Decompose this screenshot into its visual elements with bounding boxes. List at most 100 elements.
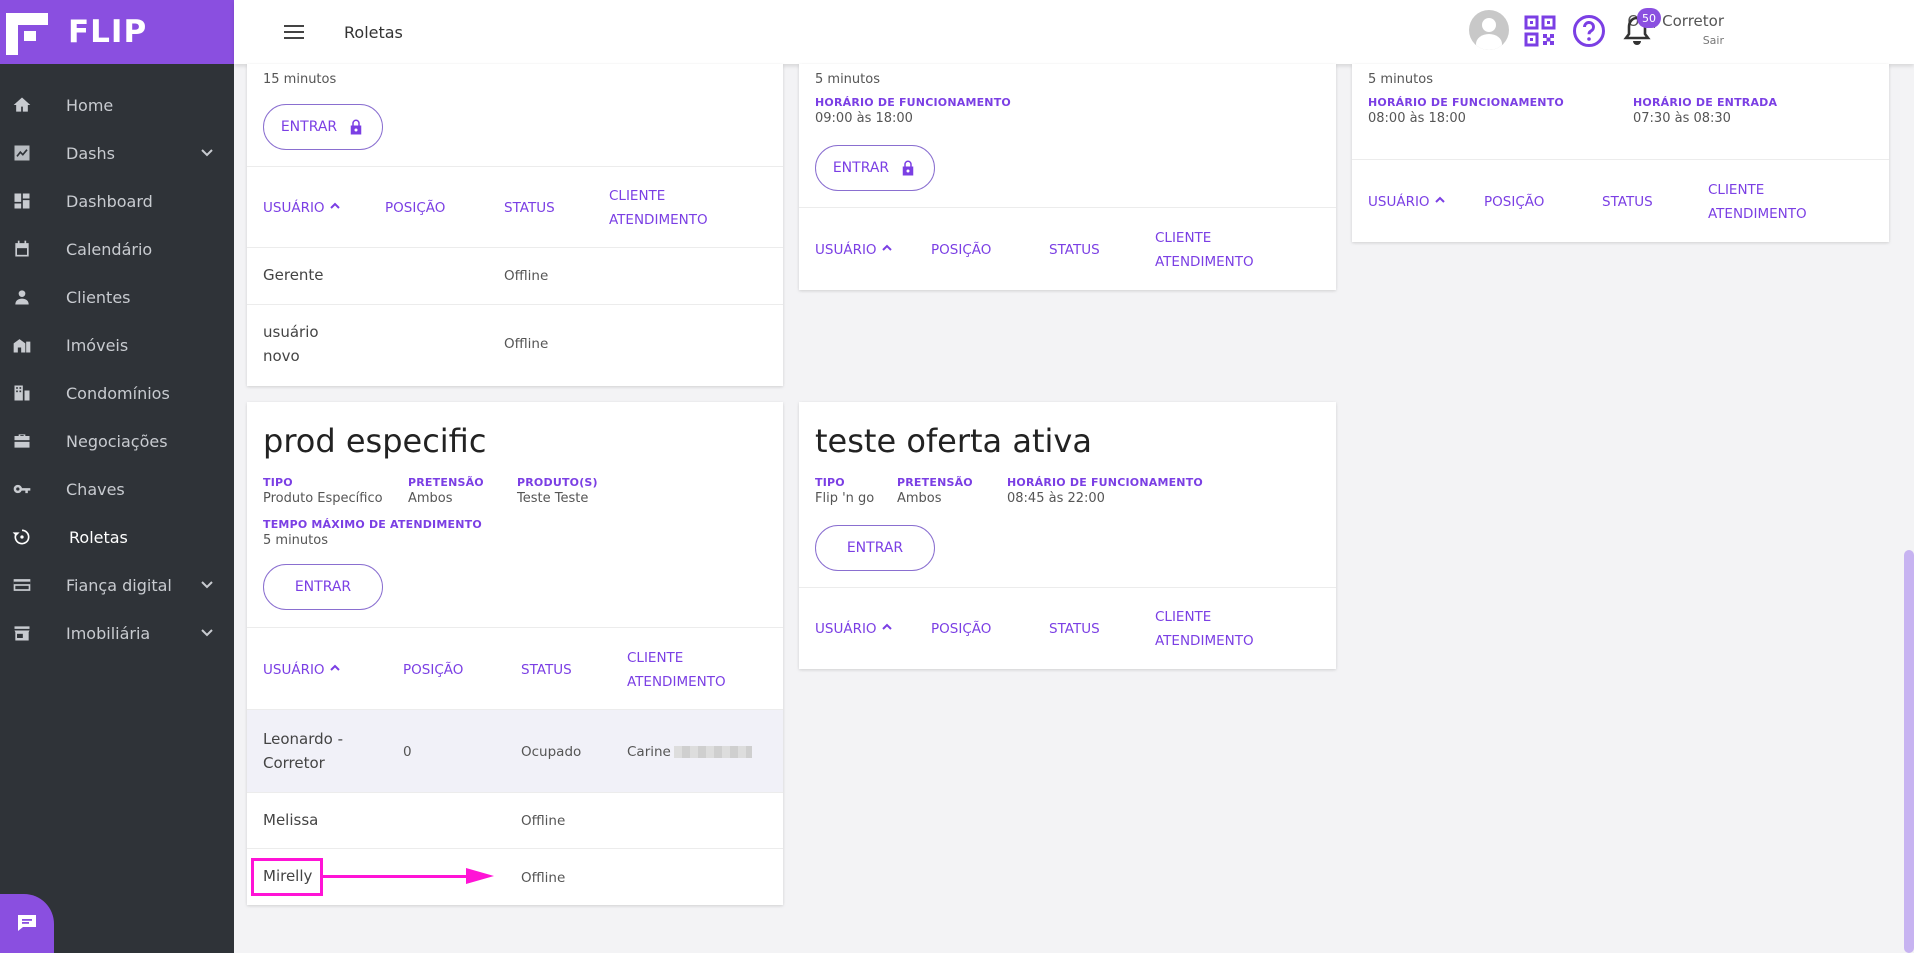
sidebar-item-label: Imobiliária bbox=[66, 623, 151, 643]
enter-button[interactable]: ENTRAR bbox=[263, 104, 383, 150]
client-column-header: CLIENTE ATENDIMENTO bbox=[1155, 230, 1254, 270]
menu-icon[interactable] bbox=[284, 25, 304, 39]
sidebar-item-label: Home bbox=[66, 95, 114, 115]
produtos-field: PRODUTO(S) Teste Teste bbox=[517, 476, 598, 506]
client-column-header: CLIENTE ATENDIMENTO bbox=[1708, 182, 1807, 222]
tipo-field: TIPO Produto Específico bbox=[263, 476, 383, 506]
position-column-header: POSIÇÃO bbox=[1484, 194, 1545, 210]
enter-label: ENTRAR bbox=[280, 119, 338, 135]
lock-icon bbox=[902, 160, 914, 176]
sort-asc-icon bbox=[329, 202, 340, 209]
sidebar-nav: Home Dashs Dashboard Calendário Clientes… bbox=[0, 81, 234, 657]
status-column-header: STATUS bbox=[1049, 242, 1100, 258]
help-icon[interactable] bbox=[1572, 14, 1606, 48]
status-column-header: STATUS bbox=[1602, 194, 1653, 210]
condo-icon bbox=[11, 382, 33, 404]
roleta-card: 15 minutos ENTRAR USUÁRIO POSIÇÃO STATUS… bbox=[247, 64, 783, 386]
sidebar-item-label: Condomínios bbox=[66, 383, 170, 403]
chevron-down-icon bbox=[200, 625, 214, 639]
user-column-header[interactable]: USUÁRIO bbox=[815, 617, 893, 641]
tipo-field: TIPO Flip 'n go bbox=[815, 476, 875, 506]
tempo-value: 5 minutos bbox=[1368, 72, 1433, 87]
client-column-header: CLIENTE ATENDIMENTO bbox=[609, 188, 708, 228]
tempo-value: 5 minutos bbox=[815, 72, 880, 87]
enter-button[interactable]: ENTRAR bbox=[263, 564, 383, 610]
enter-label: ENTRAR bbox=[294, 579, 352, 595]
chat-button[interactable] bbox=[0, 894, 54, 953]
sidebar-item-imobiliaria[interactable]: Imobiliária bbox=[0, 609, 234, 657]
sidebar-item-label: Imóveis bbox=[66, 335, 129, 355]
enter-label: ENTRAR bbox=[846, 540, 904, 556]
sidebar-item-dashboard[interactable]: Dashboard bbox=[0, 177, 234, 225]
sidebar-item-home[interactable]: Home bbox=[0, 81, 234, 129]
person-icon bbox=[11, 286, 33, 308]
annotation-arrow-line bbox=[323, 875, 468, 878]
store-icon bbox=[11, 622, 33, 644]
sidebar-item-fianca-digital[interactable]: Fiança digital bbox=[0, 561, 234, 609]
hours-field: HORÁRIO DE FUNCIONAMENTO 09:00 às 18:00 bbox=[815, 96, 1011, 126]
position-column-header: POSIÇÃO bbox=[385, 200, 446, 216]
chevron-down-icon bbox=[200, 145, 214, 159]
flip-logo-icon bbox=[4, 9, 50, 55]
sort-asc-icon bbox=[1434, 196, 1445, 203]
sidebar-item-imoveis[interactable]: Imóveis bbox=[0, 321, 234, 369]
pretensao-field: PRETENSÃO Ambos bbox=[897, 476, 973, 506]
enter-button[interactable]: ENTRAR bbox=[815, 145, 935, 191]
sidebar-item-clientes[interactable]: Clientes bbox=[0, 273, 234, 321]
sidebar-item-negociacoes[interactable]: Negociações bbox=[0, 417, 234, 465]
user-column-header[interactable]: USUÁRIO bbox=[815, 238, 893, 262]
page-title: Roletas bbox=[344, 22, 403, 42]
buildings-icon bbox=[11, 334, 33, 356]
qr-code-icon[interactable] bbox=[1523, 14, 1557, 48]
position-column-header: POSIÇÃO bbox=[931, 621, 992, 637]
divider bbox=[1352, 159, 1889, 160]
sidebar-item-label: Calendário bbox=[66, 239, 153, 259]
user-column-header[interactable]: USUÁRIO bbox=[263, 196, 341, 220]
sidebar-item-calendario[interactable]: Calendário bbox=[0, 225, 234, 273]
divider bbox=[247, 792, 783, 793]
tempo-field: TEMPO MÁXIMO DE ATENDIMENTO 5 minutos bbox=[263, 518, 482, 548]
roleta-card-teste-oferta-ativa: teste oferta ativa TIPO Flip 'n go PRETE… bbox=[799, 402, 1336, 669]
card-title: teste oferta ativa bbox=[815, 422, 1092, 460]
user-column-header[interactable]: USUÁRIO bbox=[263, 658, 341, 682]
hours-field: HORÁRIO DE FUNCIONAMENTO 08:45 às 22:00 bbox=[1007, 476, 1203, 506]
enter-button[interactable]: ENTRAR bbox=[815, 525, 935, 571]
sidebar: FLIP Home Dashs Dashboard Calendário Cli… bbox=[0, 0, 234, 953]
divider bbox=[799, 587, 1336, 588]
divider bbox=[799, 207, 1336, 208]
sidebar-item-label: Roletas bbox=[69, 527, 128, 547]
avatar[interactable] bbox=[1469, 10, 1509, 50]
table-row-user: Gerente bbox=[263, 266, 324, 284]
status-column-header: STATUS bbox=[521, 662, 572, 678]
sidebar-item-condominios[interactable]: Condomínios bbox=[0, 369, 234, 417]
status-column-header: STATUS bbox=[504, 200, 555, 216]
table-row-client: Carine bbox=[627, 740, 752, 764]
sidebar-item-chaves[interactable]: Chaves bbox=[0, 465, 234, 513]
client-column-header: CLIENTE ATENDIMENTO bbox=[627, 650, 726, 690]
pretensao-field: PRETENSÃO Ambos bbox=[408, 476, 484, 506]
user-column-header[interactable]: USUÁRIO bbox=[1368, 190, 1446, 214]
sort-asc-icon bbox=[881, 244, 892, 251]
client-column-header: CLIENTE ATENDIMENTO bbox=[1155, 609, 1254, 649]
sort-asc-icon bbox=[329, 664, 340, 671]
sort-asc-icon bbox=[881, 623, 892, 630]
sidebar-item-dashs[interactable]: Dashs bbox=[0, 129, 234, 177]
dashboard-icon bbox=[11, 190, 33, 212]
divider bbox=[247, 247, 783, 248]
table-row-user: Leonardo - Corretor bbox=[263, 730, 343, 772]
roleta-card: 5 minutos HORÁRIO DE FUNCIONAMENTO 08:00… bbox=[1352, 64, 1889, 242]
chat-icon bbox=[15, 910, 39, 938]
entry-hours-field: HORÁRIO DE ENTRADA 07:30 às 08:30 bbox=[1633, 96, 1778, 126]
sidebar-item-roletas[interactable]: Roletas bbox=[0, 513, 234, 561]
sidebar-item-label: Negociações bbox=[66, 431, 168, 451]
table-row-user: usuário novo bbox=[263, 323, 319, 365]
card-title: prod especific bbox=[263, 422, 487, 460]
sidebar-item-label: Fiança digital bbox=[66, 575, 172, 595]
position-column-header: POSIÇÃO bbox=[403, 662, 464, 678]
sidebar-item-label: Dashboard bbox=[66, 191, 153, 211]
roleta-card: 5 minutos HORÁRIO DE FUNCIONAMENTO 09:00… bbox=[799, 64, 1336, 290]
brand-logo[interactable]: FLIP bbox=[0, 0, 234, 64]
table-row-status: Offline bbox=[521, 870, 566, 886]
scrollbar[interactable] bbox=[1904, 550, 1914, 953]
table-row-position: 0 bbox=[403, 744, 412, 760]
